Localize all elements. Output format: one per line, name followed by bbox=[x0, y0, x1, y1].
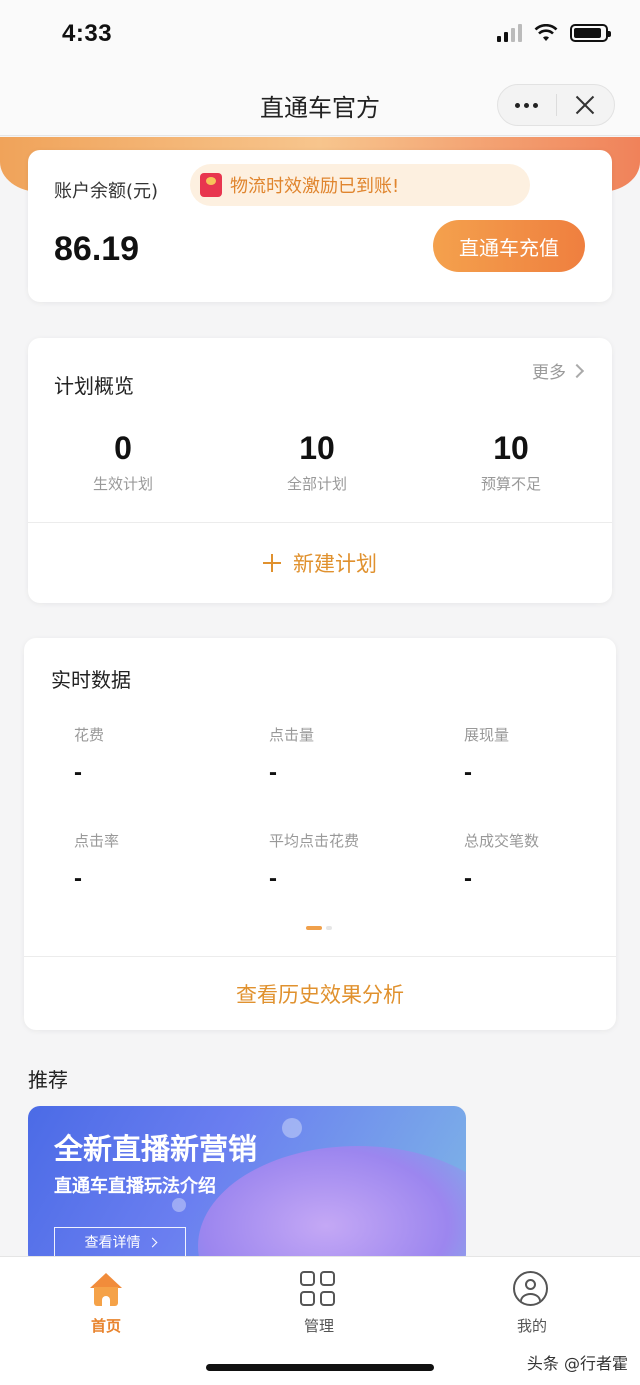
banner-headline: 全新直播新营销 bbox=[54, 1132, 258, 1166]
metric-cost: 花费 - bbox=[74, 724, 254, 787]
stat-label: 生效计划 bbox=[92, 475, 153, 493]
tab-label: 管理 bbox=[303, 1317, 334, 1335]
stat-value: 10 bbox=[493, 430, 529, 466]
new-plan-button[interactable]: 新建计划 bbox=[28, 523, 612, 603]
stat-value: 0 bbox=[114, 430, 132, 466]
page-dot-active bbox=[306, 926, 322, 930]
tab-label: 首页 bbox=[90, 1317, 121, 1335]
metric-label: 点击率 bbox=[74, 832, 120, 850]
status-icons bbox=[497, 24, 611, 42]
history-analysis-link[interactable]: 查看历史效果分析 bbox=[24, 957, 616, 1030]
red-envelope-icon bbox=[200, 173, 222, 197]
signal-icon bbox=[497, 24, 522, 42]
metric-total-orders: 总成交笔数 - bbox=[464, 830, 640, 893]
balance-card: 账户余额(元) 物流时效激励已到账! 86.19 直通车充值 bbox=[28, 150, 612, 302]
metric-label: 点击量 bbox=[269, 726, 315, 744]
tab-mine[interactable]: 我的 bbox=[482, 1271, 582, 1336]
new-plan-label: 新建计划 bbox=[293, 552, 377, 576]
metric-ctr: 点击率 - bbox=[74, 830, 254, 893]
stat-budget-insufficient[interactable]: 10 预算不足 bbox=[416, 430, 606, 494]
banner-bubble bbox=[172, 1198, 186, 1212]
stat-all-plans[interactable]: 10 全部计划 bbox=[222, 430, 412, 494]
metric-label: 展现量 bbox=[464, 726, 510, 744]
recommend-banner[interactable]: 全新直播新营销 直通车直播玩法介绍 查看详情 bbox=[28, 1106, 466, 1266]
metric-impressions: 展现量 - bbox=[464, 724, 640, 787]
more-dots-icon bbox=[515, 102, 539, 108]
banner-details-label: 查看详情 bbox=[84, 1235, 141, 1251]
more-options-button[interactable] bbox=[498, 85, 556, 125]
page-indicator[interactable] bbox=[306, 926, 332, 930]
recommend-title: 推荐 bbox=[28, 1068, 68, 1092]
stat-active-plans[interactable]: 0 生效计划 bbox=[28, 430, 218, 494]
status-time: 4:33 bbox=[62, 20, 113, 47]
user-icon bbox=[513, 1271, 551, 1309]
chevron-right-icon bbox=[147, 1237, 157, 1247]
battery-icon bbox=[570, 24, 611, 42]
metric-value: - bbox=[74, 759, 82, 786]
notice-banner[interactable]: 物流时效激励已到账! bbox=[190, 164, 530, 206]
metric-label: 花费 bbox=[74, 726, 105, 744]
tab-home[interactable]: 首页 bbox=[56, 1271, 156, 1336]
stat-value: 10 bbox=[299, 430, 335, 466]
close-button[interactable] bbox=[556, 85, 614, 125]
home-icon bbox=[87, 1271, 125, 1309]
tab-label: 我的 bbox=[516, 1317, 547, 1335]
home-indicator bbox=[206, 1364, 434, 1371]
metric-value: - bbox=[464, 865, 472, 892]
banner-bubble bbox=[282, 1118, 302, 1138]
banner-subtitle: 直通车直播玩法介绍 bbox=[54, 1176, 216, 1197]
metric-value: - bbox=[74, 865, 82, 892]
plus-icon bbox=[263, 554, 281, 572]
balance-label: 账户余额(元) bbox=[54, 181, 159, 202]
watermark: 头条 @行者霍 bbox=[526, 1354, 628, 1373]
page-dot bbox=[326, 926, 332, 930]
realtime-data-card: 实时数据 花费 - 点击量 - 展现量 - 点击率 - 平均点击花费 - 总成交… bbox=[24, 638, 616, 1030]
banner-details-button[interactable]: 查看详情 bbox=[54, 1227, 186, 1257]
balance-value: 86.19 bbox=[54, 230, 140, 268]
wifi-icon bbox=[534, 24, 558, 41]
recharge-button[interactable]: 直通车充值 bbox=[433, 220, 585, 272]
chevron-right-icon bbox=[569, 363, 585, 378]
metric-value: - bbox=[464, 759, 472, 786]
nav-bar: 直通车官方 bbox=[0, 70, 640, 136]
metric-value: - bbox=[269, 759, 277, 786]
metric-avg-cpc: 平均点击花费 - bbox=[269, 830, 449, 893]
plan-overview-title: 计划概览 bbox=[54, 374, 134, 398]
miniprogram-capsule bbox=[497, 84, 615, 126]
more-label: 更多 bbox=[532, 363, 566, 383]
more-link[interactable]: 更多 bbox=[532, 358, 585, 383]
plan-overview-card: 计划概览 更多 0 生效计划 10 全部计划 10 预算不足 新建计划 bbox=[28, 338, 612, 603]
stat-label: 全部计划 bbox=[286, 475, 347, 493]
close-icon bbox=[575, 95, 595, 115]
stat-label: 预算不足 bbox=[480, 475, 541, 493]
metric-value: - bbox=[269, 865, 277, 892]
status-bar: 4:33 bbox=[0, 0, 640, 70]
grid-icon bbox=[300, 1271, 338, 1309]
metric-label: 平均点击花费 bbox=[269, 832, 360, 850]
tab-manage[interactable]: 管理 bbox=[269, 1271, 369, 1336]
metric-label: 总成交笔数 bbox=[464, 832, 540, 850]
metric-clicks: 点击量 - bbox=[269, 724, 449, 787]
notice-text: 物流时效激励已到账! bbox=[230, 176, 400, 197]
realtime-title: 实时数据 bbox=[51, 668, 131, 692]
